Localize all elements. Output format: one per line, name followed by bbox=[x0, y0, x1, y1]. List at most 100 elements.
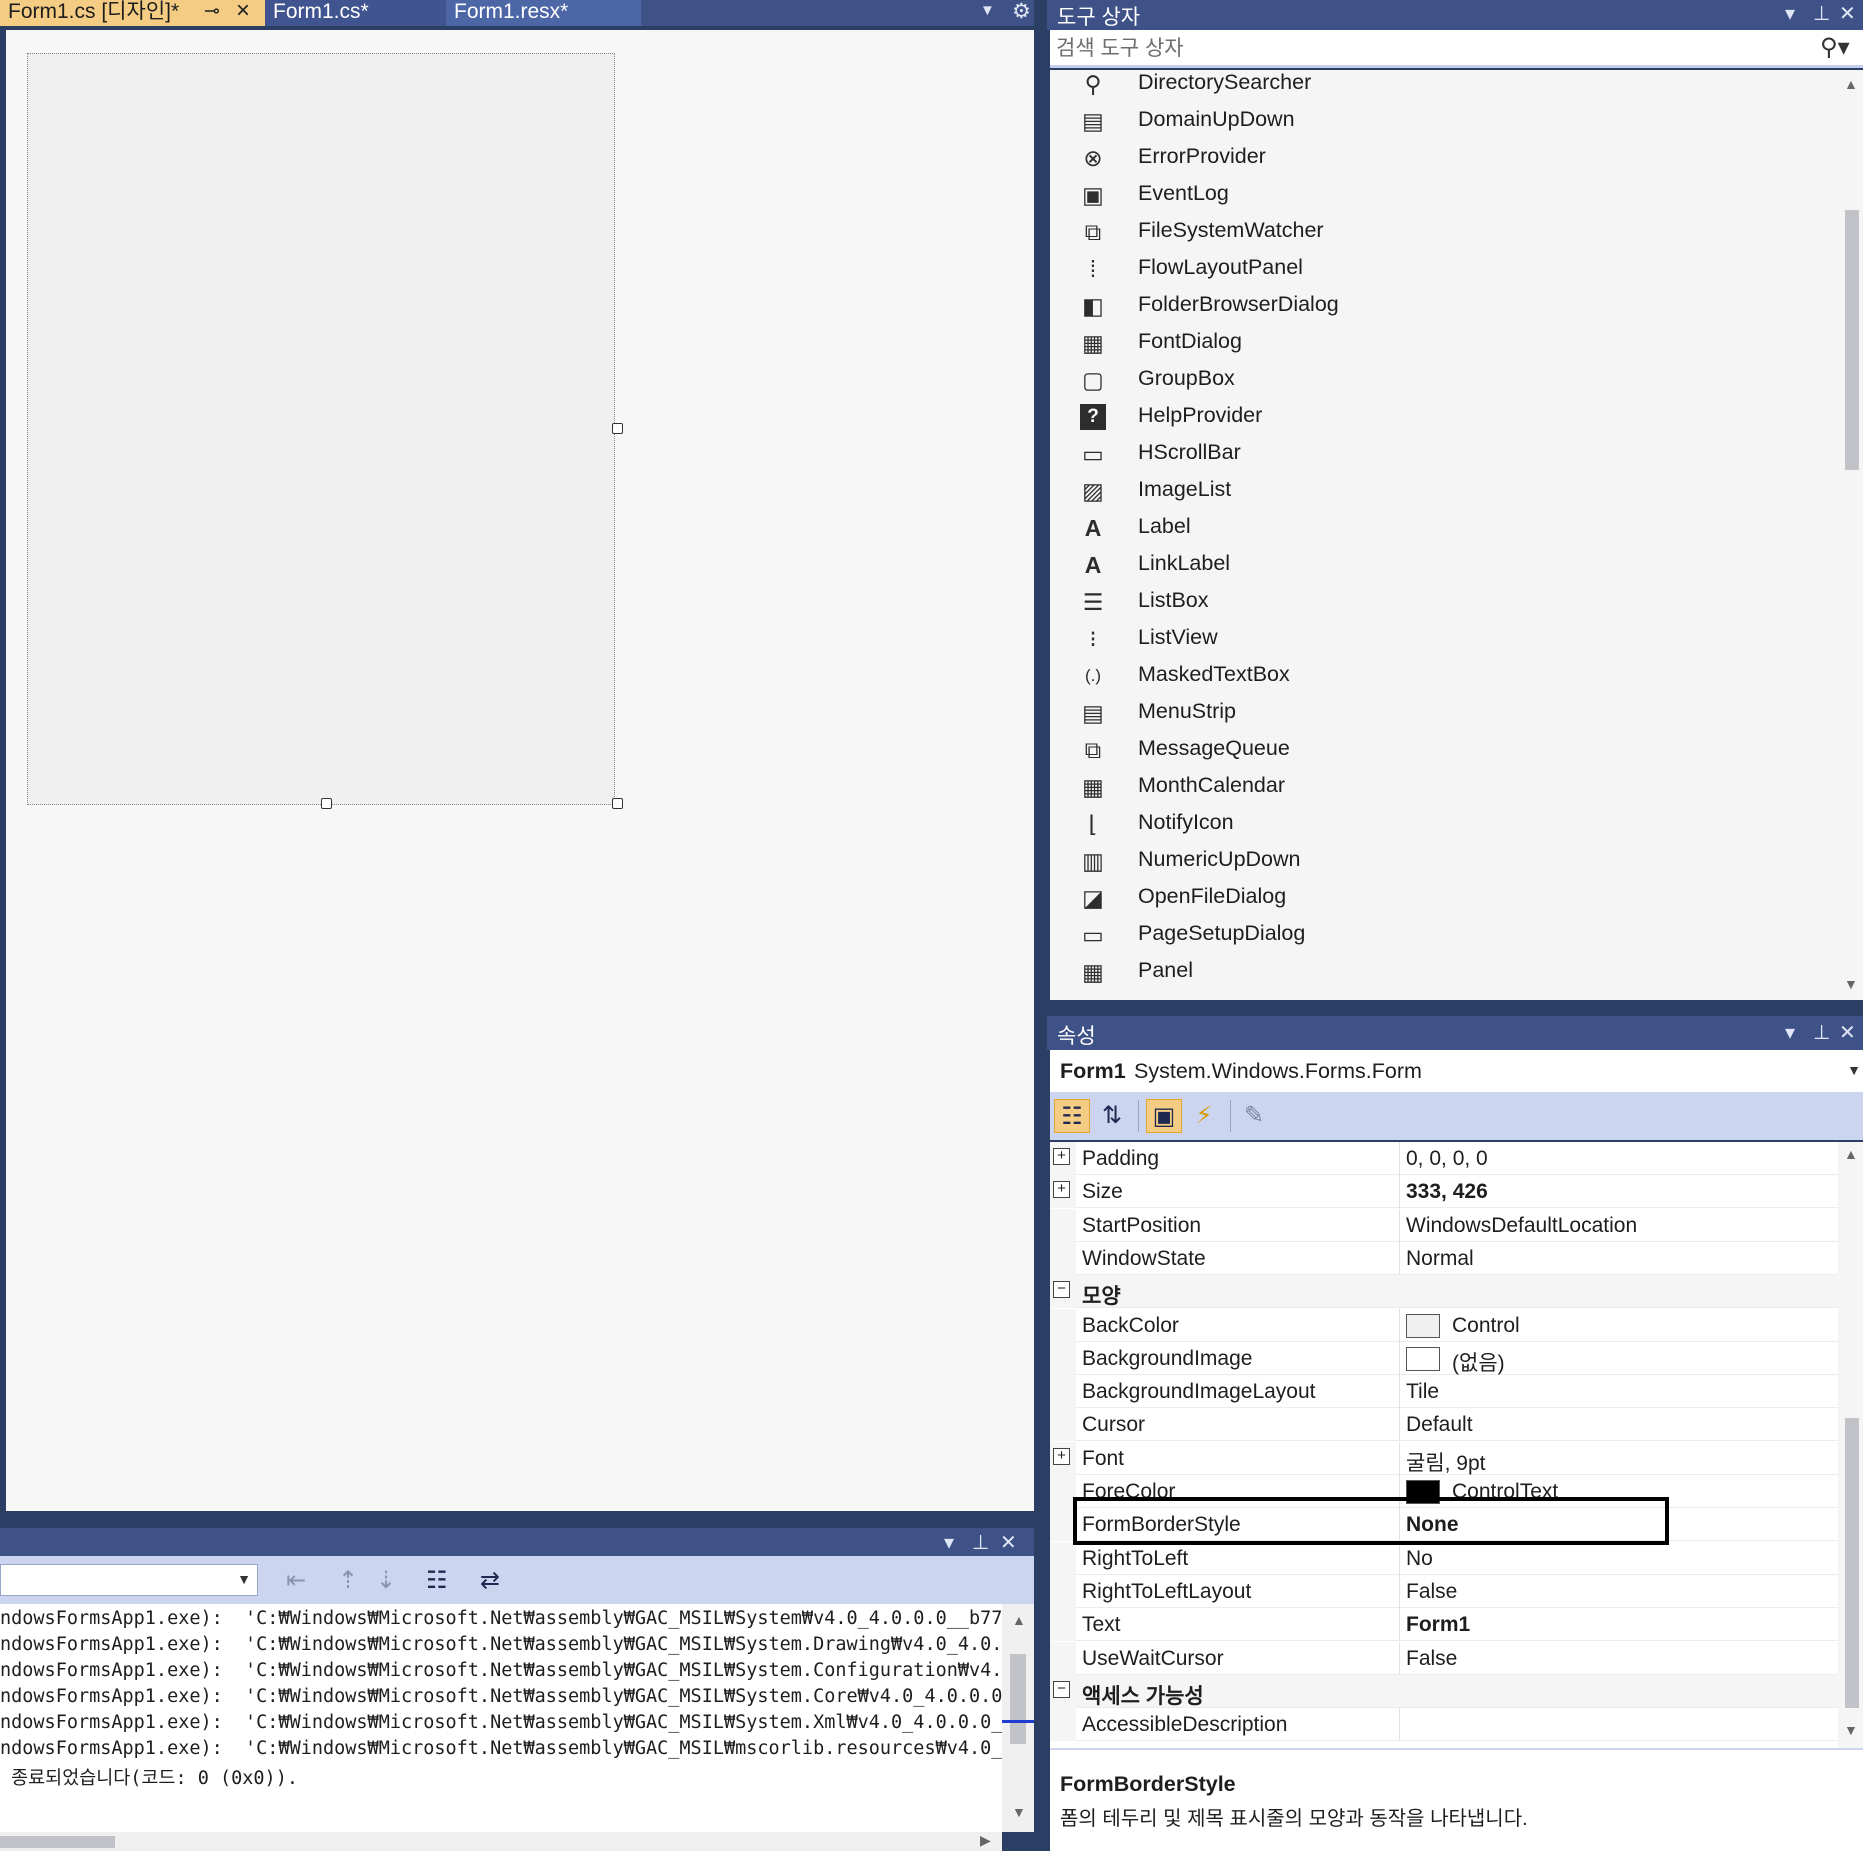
close-tab-icon[interactable]: × bbox=[236, 0, 250, 23]
output-vertical-scrollbar[interactable]: ▲ ▼ bbox=[1002, 1604, 1034, 1832]
toolbox-item[interactable]: A Label bbox=[1050, 509, 1838, 546]
toolbox-item[interactable]: ▢ GroupBox bbox=[1050, 361, 1838, 398]
property-row[interactable]: Text Form1 bbox=[1050, 1608, 1838, 1642]
scroll-thumb[interactable] bbox=[1845, 210, 1859, 470]
toolbox-item[interactable]: ◪ OpenFileDialog bbox=[1050, 879, 1838, 916]
next-message-icon[interactable]: ⇣ bbox=[376, 1566, 396, 1595]
scroll-right-icon[interactable]: ▶ bbox=[980, 1832, 991, 1849]
close-icon[interactable]: ✕ bbox=[1839, 1, 1856, 26]
collapse-icon[interactable]: − bbox=[1053, 1281, 1070, 1299]
tab-form1-resx[interactable]: Form1.resx* bbox=[446, 0, 641, 26]
property-row[interactable]: RightToLeft No bbox=[1050, 1541, 1838, 1575]
property-row[interactable]: AccessibleDescription bbox=[1050, 1708, 1838, 1742]
pin-icon[interactable]: ⊥ bbox=[972, 1530, 989, 1555]
property-category[interactable]: − 모양 bbox=[1050, 1275, 1838, 1309]
gear-icon[interactable]: ⚙ bbox=[1012, 0, 1031, 24]
property-category[interactable]: − 액세스 가능성 bbox=[1050, 1674, 1838, 1708]
output-source-select[interactable]: ▼ bbox=[0, 1564, 258, 1596]
property-value[interactable]: Default bbox=[1406, 1413, 1473, 1437]
previous-message-icon[interactable]: ⇡ bbox=[338, 1566, 358, 1595]
toolbox-item[interactable]: ▭ PageSetupDialog bbox=[1050, 916, 1838, 953]
scroll-thumb[interactable] bbox=[1010, 1654, 1026, 1744]
pin-icon[interactable]: ⊸ bbox=[204, 0, 220, 24]
property-value[interactable]: 0, 0, 0, 0 bbox=[1406, 1147, 1488, 1171]
scroll-down-icon[interactable]: ▼ bbox=[1844, 976, 1858, 992]
property-row[interactable]: WindowState Normal bbox=[1050, 1241, 1838, 1275]
scroll-down-icon[interactable]: ▼ bbox=[1844, 1722, 1858, 1738]
scroll-up-icon[interactable]: ▲ bbox=[1012, 1612, 1026, 1628]
toolbox-item[interactable]: ⚲ DirectorySearcher bbox=[1050, 70, 1838, 102]
scroll-thumb[interactable] bbox=[0, 1836, 115, 1848]
property-row[interactable]: StartPosition WindowsDefaultLocation bbox=[1050, 1208, 1838, 1242]
toolbox-item[interactable]: ⁞ FlowLayoutPanel bbox=[1050, 250, 1838, 287]
toolbox-item[interactable]: ▦ MonthCalendar bbox=[1050, 768, 1838, 805]
property-row[interactable]: + Size 333, 426 bbox=[1050, 1175, 1838, 1209]
close-icon[interactable]: ✕ bbox=[1000, 1530, 1017, 1555]
clear-all-icon[interactable]: ☷ bbox=[426, 1566, 448, 1595]
property-row[interactable]: + Font 굴림, 9pt bbox=[1050, 1441, 1838, 1477]
pin-icon[interactable]: ⊥ bbox=[1813, 1020, 1830, 1045]
property-row[interactable]: BackgroundImageLayout Tile bbox=[1050, 1375, 1838, 1409]
toolbox-item[interactable]: ⧉ MessageQueue bbox=[1050, 731, 1838, 768]
toolbox-item[interactable]: ◧ FolderBrowserDialog bbox=[1050, 287, 1838, 324]
expand-icon[interactable]: + bbox=[1053, 1148, 1070, 1165]
toolbox-item[interactable]: ▭ HScrollBar bbox=[1050, 435, 1838, 472]
property-value[interactable]: Control bbox=[1452, 1314, 1520, 1338]
alphabetical-icon[interactable]: ⇅ bbox=[1094, 1099, 1130, 1133]
property-row[interactable]: ForeColor ControlText bbox=[1050, 1475, 1838, 1508]
resize-handle-right[interactable] bbox=[612, 423, 623, 434]
property-value[interactable]: 굴림, 9pt bbox=[1406, 1447, 1486, 1477]
object-selector[interactable]: Form1 System.Windows.Forms.Form ▼ bbox=[1050, 1050, 1863, 1092]
property-value[interactable]: False bbox=[1406, 1580, 1457, 1604]
designer-canvas[interactable] bbox=[6, 30, 1034, 1511]
property-value[interactable]: ControlText bbox=[1452, 1480, 1558, 1504]
toolbox-item[interactable]: ▨ ImageList bbox=[1050, 472, 1838, 509]
word-wrap-icon[interactable]: ⇄ bbox=[480, 1566, 500, 1595]
form1-surface[interactable] bbox=[27, 53, 615, 805]
toolbox-item[interactable]: ▤ MenuStrip bbox=[1050, 694, 1838, 731]
resize-handle-corner[interactable] bbox=[612, 798, 623, 809]
toolbox-item[interactable]: ▣ EventLog bbox=[1050, 176, 1838, 213]
property-row[interactable]: UseWaitCursor False bbox=[1050, 1641, 1838, 1675]
toolbox-item[interactable]: ⁝ ListView bbox=[1050, 620, 1838, 657]
scroll-up-icon[interactable]: ▲ bbox=[1844, 76, 1858, 92]
toolbox-item[interactable]: A LinkLabel bbox=[1050, 546, 1838, 583]
toolbox-item[interactable]: ▤ DomainUpDown bbox=[1050, 102, 1838, 139]
close-icon[interactable]: ✕ bbox=[1839, 1020, 1856, 1045]
properties-scrollbar[interactable]: ▲ ▼ bbox=[1838, 1142, 1863, 1748]
tab-dropdown-icon[interactable]: ▼ bbox=[980, 2, 995, 19]
toolbox-scrollbar[interactable]: ▲ ▼ bbox=[1838, 70, 1863, 1000]
pin-icon[interactable]: ⊥ bbox=[1813, 1, 1830, 26]
dropdown-icon[interactable]: ▾ bbox=[944, 1530, 954, 1555]
toolbox-item[interactable]: ▦ FontDialog bbox=[1050, 324, 1838, 361]
goto-location-icon[interactable]: ⇤ bbox=[286, 1566, 306, 1595]
search-icon[interactable]: ⚲▾ bbox=[1820, 33, 1850, 62]
collapse-icon[interactable]: − bbox=[1053, 1680, 1070, 1698]
property-row[interactable]: RightToLeftLayout False bbox=[1050, 1574, 1838, 1608]
property-value[interactable]: Normal bbox=[1406, 1247, 1474, 1271]
categorized-icon[interactable]: ☷ bbox=[1054, 1099, 1090, 1133]
toolbox-item[interactable]: ☰ ListBox bbox=[1050, 583, 1838, 620]
toolbox-item[interactable]: ⧉ FileSystemWatcher bbox=[1050, 213, 1838, 250]
output-horizontal-scrollbar[interactable]: ▶ bbox=[0, 1832, 1002, 1851]
scroll-up-icon[interactable]: ▲ bbox=[1844, 1146, 1858, 1162]
property-value[interactable]: WindowsDefaultLocation bbox=[1406, 1214, 1637, 1238]
toolbox-item[interactable]: ▥ NumericUpDown bbox=[1050, 842, 1838, 879]
property-value[interactable]: No bbox=[1406, 1547, 1433, 1571]
scroll-down-icon[interactable]: ▼ bbox=[1012, 1804, 1026, 1820]
property-pages-wrench-icon[interactable]: ✎ bbox=[1236, 1099, 1272, 1133]
toolbox-item[interactable]: ▦ Panel bbox=[1050, 953, 1838, 990]
properties-view-icon[interactable]: ▣ bbox=[1146, 1099, 1182, 1133]
property-row[interactable]: FormBorderStyle None bbox=[1050, 1508, 1838, 1542]
tab-form1-cs[interactable]: Form1.cs* bbox=[265, 0, 445, 26]
toolbox-item[interactable]: ⌊ NotifyIcon bbox=[1050, 805, 1838, 842]
property-row[interactable]: BackColor Control bbox=[1050, 1308, 1838, 1342]
toolbox-item[interactable]: ? HelpProvider bbox=[1050, 398, 1838, 435]
property-row[interactable]: Cursor Default bbox=[1050, 1408, 1838, 1442]
property-value[interactable]: Form1 bbox=[1406, 1613, 1470, 1637]
property-value[interactable]: 333, 426 bbox=[1406, 1180, 1488, 1204]
output-text[interactable]: ndowsFormsApp1.exe): 'C:₩Windows₩Microso… bbox=[0, 1604, 1002, 1850]
scroll-thumb[interactable] bbox=[1845, 1418, 1859, 1708]
property-value[interactable]: False bbox=[1406, 1647, 1457, 1671]
property-row[interactable]: BackgroundImage (없음) bbox=[1050, 1341, 1838, 1375]
